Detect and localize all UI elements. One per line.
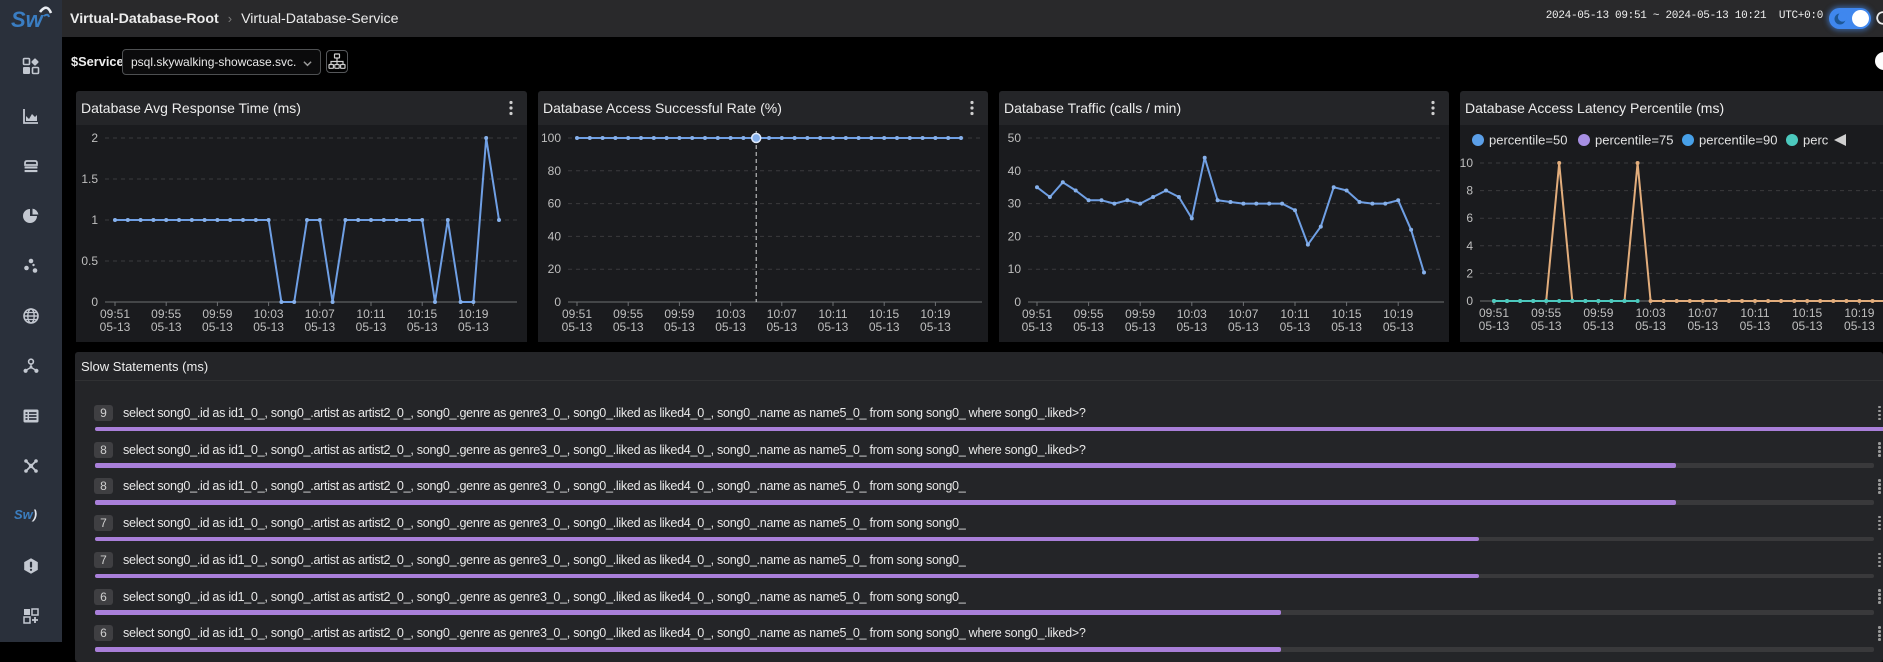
- svg-text:60: 60: [548, 197, 562, 211]
- svg-text:perc: perc: [1803, 133, 1829, 148]
- svg-text:05-13: 05-13: [613, 320, 644, 334]
- svg-text:10:07: 10:07: [305, 307, 335, 321]
- svg-text:09:55: 09:55: [613, 307, 643, 321]
- svg-text:05-13: 05-13: [407, 320, 438, 334]
- svg-text:10:11: 10:11: [1280, 307, 1309, 321]
- svg-text:0: 0: [554, 295, 561, 309]
- svg-text:05-13: 05-13: [1844, 319, 1875, 333]
- svg-text:10:03: 10:03: [1177, 307, 1207, 321]
- svg-text:50: 50: [1008, 131, 1022, 145]
- svg-text:percentile=50: percentile=50: [1489, 133, 1567, 148]
- svg-text:10:15: 10:15: [407, 307, 437, 321]
- svg-text:05-13: 05-13: [1531, 319, 1562, 333]
- svg-text:05-13: 05-13: [1687, 319, 1718, 333]
- svg-text:05-13: 05-13: [1635, 319, 1666, 333]
- svg-text:05-13: 05-13: [151, 320, 182, 334]
- svg-text:05-13: 05-13: [715, 320, 746, 334]
- svg-text:20: 20: [548, 262, 562, 276]
- svg-text:10:07: 10:07: [767, 307, 797, 321]
- svg-text:05-13: 05-13: [356, 320, 387, 334]
- svg-text:percentile=90: percentile=90: [1699, 133, 1777, 148]
- svg-text:09:59: 09:59: [1125, 307, 1155, 321]
- svg-text:05-13: 05-13: [1383, 320, 1414, 334]
- svg-text:09:55: 09:55: [151, 307, 181, 321]
- svg-text:10:15: 10:15: [869, 307, 899, 321]
- svg-text:05-13: 05-13: [1583, 319, 1614, 333]
- svg-text:05-13: 05-13: [1280, 320, 1311, 334]
- svg-text:05-13: 05-13: [1479, 319, 1510, 333]
- svg-text:10:19: 10:19: [1383, 307, 1413, 321]
- svg-text:05-13: 05-13: [1740, 319, 1771, 333]
- svg-text:0: 0: [1466, 294, 1473, 308]
- svg-text:10:11: 10:11: [356, 307, 385, 321]
- svg-text:2: 2: [1466, 266, 1473, 280]
- svg-text:05-13: 05-13: [1228, 320, 1259, 334]
- svg-text:10:03: 10:03: [254, 307, 284, 321]
- svg-text:30: 30: [1008, 197, 1022, 211]
- svg-text:05-13: 05-13: [869, 320, 900, 334]
- svg-text:05-13: 05-13: [818, 320, 849, 334]
- svg-text:0: 0: [1014, 295, 1021, 309]
- svg-text:09:51: 09:51: [562, 307, 592, 321]
- svg-text:4: 4: [1466, 239, 1473, 253]
- svg-text:05-13: 05-13: [664, 320, 695, 334]
- svg-text:09:51: 09:51: [1479, 306, 1509, 320]
- svg-text:09:55: 09:55: [1074, 307, 1104, 321]
- svg-text:05-13: 05-13: [100, 320, 131, 334]
- svg-text:0.5: 0.5: [81, 254, 98, 268]
- svg-text:09:59: 09:59: [202, 307, 232, 321]
- svg-text:09:51: 09:51: [1022, 307, 1052, 321]
- svg-text:05-13: 05-13: [562, 320, 593, 334]
- svg-text:1: 1: [91, 213, 98, 227]
- svg-text:20: 20: [1008, 229, 1022, 243]
- svg-text:05-13: 05-13: [1125, 320, 1156, 334]
- svg-text:05-13: 05-13: [1022, 320, 1053, 334]
- svg-text:80: 80: [548, 164, 562, 178]
- svg-text:10: 10: [1008, 262, 1022, 276]
- svg-text:05-13: 05-13: [458, 320, 489, 334]
- svg-text:10:15: 10:15: [1332, 307, 1362, 321]
- svg-text:05-13: 05-13: [253, 320, 284, 334]
- svg-text:2: 2: [91, 131, 98, 145]
- svg-text:10:19: 10:19: [1844, 306, 1874, 320]
- svg-text:10:07: 10:07: [1228, 307, 1258, 321]
- svg-text:6: 6: [1466, 211, 1473, 225]
- svg-text:8: 8: [1466, 184, 1473, 198]
- svg-text:10:11: 10:11: [1740, 306, 1769, 320]
- svg-text:05-13: 05-13: [920, 320, 951, 334]
- svg-text:10:19: 10:19: [458, 307, 488, 321]
- svg-text:09:59: 09:59: [664, 307, 694, 321]
- svg-text:40: 40: [548, 229, 562, 243]
- svg-text:09:51: 09:51: [100, 307, 130, 321]
- svg-text:10:03: 10:03: [716, 307, 746, 321]
- svg-text:05-13: 05-13: [202, 320, 233, 334]
- svg-text:40: 40: [1008, 164, 1022, 178]
- svg-text:10:11: 10:11: [818, 307, 847, 321]
- svg-text:10:03: 10:03: [1636, 306, 1666, 320]
- svg-text:05-13: 05-13: [766, 320, 797, 334]
- svg-text:percentile=75: percentile=75: [1595, 133, 1673, 148]
- svg-text:05-13: 05-13: [1073, 320, 1104, 334]
- svg-text:1.5: 1.5: [81, 172, 98, 186]
- svg-text:10:07: 10:07: [1688, 306, 1718, 320]
- svg-text:09:55: 09:55: [1531, 306, 1561, 320]
- svg-text:05-13: 05-13: [1792, 319, 1823, 333]
- svg-text:05-13: 05-13: [1331, 320, 1362, 334]
- svg-text:10: 10: [1460, 156, 1473, 170]
- svg-text:100: 100: [541, 131, 561, 145]
- svg-text:09:59: 09:59: [1583, 306, 1613, 320]
- svg-text:10:15: 10:15: [1792, 306, 1822, 320]
- svg-text:10:19: 10:19: [920, 307, 950, 321]
- svg-text:05-13: 05-13: [1176, 320, 1207, 334]
- svg-text:0: 0: [91, 295, 98, 309]
- svg-text:05-13: 05-13: [304, 320, 335, 334]
